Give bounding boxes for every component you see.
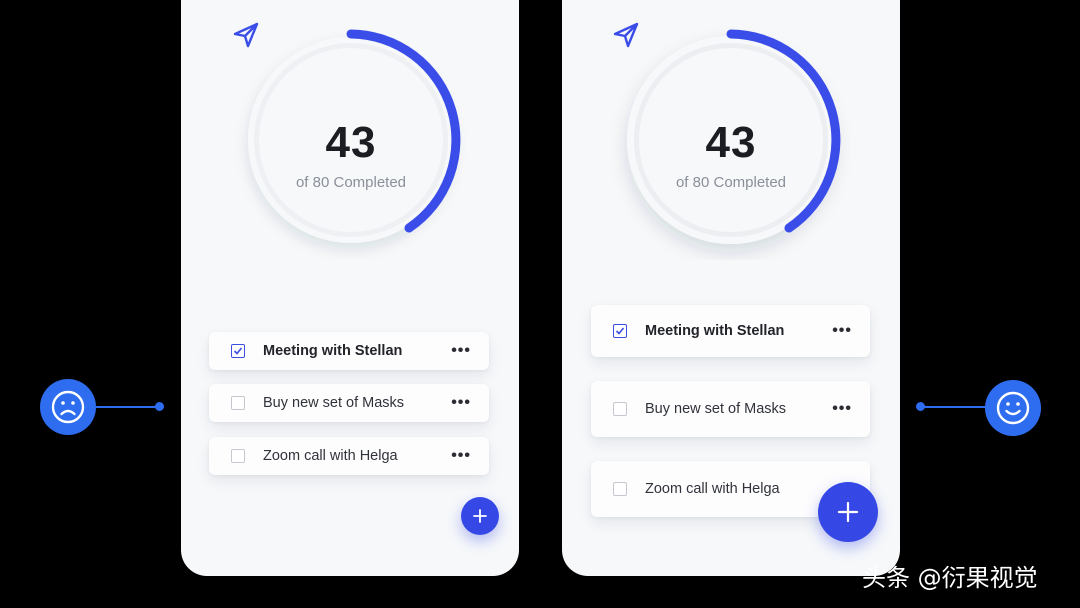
task-item[interactable]: Meeting with Stellan ••• — [209, 332, 489, 370]
task-label: Zoom call with Helga — [645, 481, 780, 497]
plus-icon — [837, 501, 859, 523]
task-label: Buy new set of Masks — [645, 401, 787, 417]
task-checkbox[interactable] — [613, 482, 627, 496]
checkmark-icon — [615, 327, 625, 335]
task-item[interactable]: Buy new set of Masks ••• — [209, 384, 489, 422]
completed-subtitle: of 80 Completed — [295, 174, 407, 191]
task-checkbox[interactable] — [613, 324, 627, 338]
more-options-icon[interactable]: ••• — [451, 343, 471, 359]
task-item[interactable]: Zoom call with Helga ••• — [209, 437, 489, 475]
more-options-icon[interactable]: ••• — [451, 395, 471, 411]
task-label: Meeting with Stellan — [263, 343, 403, 359]
smiley-face-icon — [985, 380, 1041, 436]
connector-node — [155, 402, 164, 411]
checkmark-icon — [233, 347, 243, 355]
completed-count: 43 — [705, 118, 757, 167]
task-item[interactable]: Buy new set of Masks ••• — [591, 381, 870, 437]
more-options-icon[interactable]: ••• — [832, 323, 852, 339]
task-label: Meeting with Stellan — [645, 323, 785, 339]
send-icon — [233, 22, 259, 48]
phone-mockup-after: 43 of 80 Completed Meeting with Stellan … — [562, 0, 900, 576]
task-label: Zoom call with Helga — [263, 448, 398, 464]
sad-face-icon — [40, 379, 96, 435]
add-task-button[interactable] — [818, 482, 878, 542]
phone-mockup-before: 43 of 80 Completed Meeting with Stellan … — [181, 0, 519, 576]
send-icon — [613, 22, 639, 48]
connector-node — [916, 402, 925, 411]
task-item[interactable]: Meeting with Stellan ••• — [591, 305, 870, 357]
progress-ring: 43 of 80 Completed — [231, 20, 471, 260]
more-options-icon[interactable]: ••• — [832, 401, 852, 417]
connector-line — [96, 406, 158, 408]
watermark-text: 头条 @衍果视觉 — [862, 564, 1038, 592]
task-label: Buy new set of Masks — [263, 395, 405, 411]
plus-icon — [473, 509, 487, 523]
progress-ring: 43 of 80 Completed — [611, 20, 851, 260]
completed-subtitle: of 80 Completed — [675, 174, 787, 191]
more-options-icon[interactable]: ••• — [451, 448, 471, 464]
connector-line — [922, 406, 986, 408]
task-checkbox[interactable] — [231, 396, 245, 410]
add-task-button[interactable] — [461, 497, 499, 535]
task-checkbox[interactable] — [231, 344, 245, 358]
task-checkbox[interactable] — [231, 449, 245, 463]
completed-count: 43 — [325, 118, 377, 167]
task-checkbox[interactable] — [613, 402, 627, 416]
